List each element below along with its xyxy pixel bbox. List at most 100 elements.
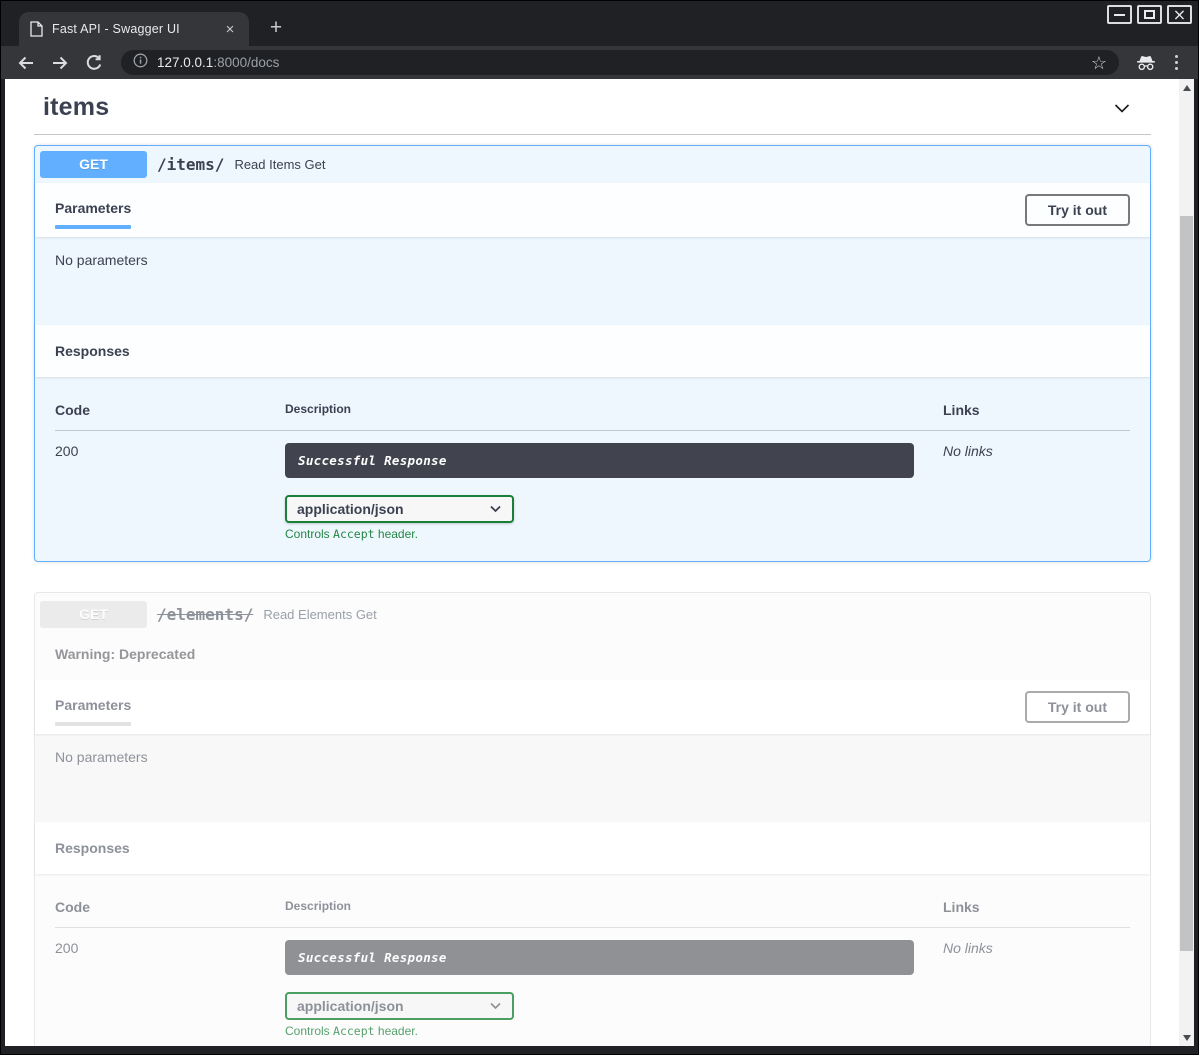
bookmark-star-icon[interactable]: ☆ <box>1091 54 1107 72</box>
responses-header: Responses <box>35 822 1150 874</box>
operation-get-items: GET /items/ Read Items Get Parameters Tr… <box>34 145 1151 562</box>
operation-summary[interactable]: GET /items/ Read Items Get <box>35 146 1150 183</box>
response-links-cell: No links <box>943 443 1130 541</box>
minimize-button[interactable] <box>1107 5 1132 24</box>
tab-title: Fast API - Swagger UI <box>52 22 212 36</box>
response-description-box: Successful Response <box>285 443 914 478</box>
code-header: Code <box>55 402 285 418</box>
try-it-out-button[interactable]: Try it out <box>1025 194 1130 226</box>
page-scrollbar[interactable] <box>1179 79 1194 1046</box>
parameters-header: Parameters Try it out <box>35 680 1150 734</box>
tab-strip: Fast API - Swagger UI × + × <box>1 1 1198 46</box>
try-it-out-button[interactable]: Try it out <box>1025 691 1130 723</box>
operation-summary[interactable]: GET /elements/ Read Elements Get <box>35 593 1150 636</box>
responses-label: Responses <box>55 343 130 359</box>
address-bar[interactable]: 127.0.0.1:8000/docs ☆ <box>121 50 1119 75</box>
no-links-text: No links <box>943 443 993 459</box>
browser-window: Fast API - Swagger UI × + × 127.0.0.1:80… <box>0 0 1199 1055</box>
collapse-section-button[interactable] <box>1111 97 1133 119</box>
forward-button[interactable] <box>47 50 73 76</box>
deprecated-warning: Warning: Deprecated <box>35 636 1150 680</box>
operation-path: /items/ <box>157 155 224 174</box>
url-host: 127.0.0.1 <box>157 55 213 70</box>
reload-button[interactable] <box>81 50 107 76</box>
response-description-box: Successful Response <box>285 940 914 975</box>
select-chevron-icon <box>489 504 502 514</box>
tab-parameters: Parameters <box>55 200 131 229</box>
incognito-icon <box>1133 50 1159 76</box>
parameters-label: Parameters <box>55 697 131 713</box>
scroll-down-arrow[interactable] <box>1179 1030 1194 1045</box>
info-icon[interactable] <box>133 53 148 73</box>
parameters-body: No parameters <box>35 237 1150 325</box>
parameters-label: Parameters <box>55 200 131 216</box>
tag-section-header[interactable]: items <box>34 89 1151 135</box>
chevron-down-icon <box>1111 97 1133 119</box>
maximize-icon <box>1144 10 1155 19</box>
minimize-icon <box>1114 14 1125 16</box>
back-button[interactable] <box>13 50 39 76</box>
response-description-cell: Successful Response application/json Con… <box>285 443 943 541</box>
active-tab-underline <box>55 722 131 726</box>
operation-get-elements-deprecated: GET /elements/ Read Elements Get Warning… <box>34 592 1151 1046</box>
url-text: 127.0.0.1:8000/docs <box>157 55 279 70</box>
accept-header-note: Controls Accept header. <box>285 1024 914 1038</box>
links-header: Links <box>943 899 1130 915</box>
responses-table-header: Code Description Links <box>55 402 1130 431</box>
browser-menu-button[interactable] <box>1167 51 1186 74</box>
no-links-text: No links <box>943 940 993 956</box>
description-header: Description <box>285 402 943 418</box>
maximize-button[interactable] <box>1137 5 1162 24</box>
parameters-header: Parameters Try it out <box>35 183 1150 237</box>
back-icon <box>16 53 36 73</box>
forward-icon <box>50 53 70 73</box>
operation-summary-text: Read Items Get <box>234 157 325 172</box>
response-row: 200 Successful Response application/json… <box>55 431 1130 541</box>
method-badge: GET <box>40 151 147 178</box>
responses-table-header: Code Description Links <box>55 899 1130 928</box>
media-type-select[interactable]: application/json <box>285 495 514 523</box>
links-header: Links <box>943 402 1130 418</box>
parameters-body: No parameters <box>35 734 1150 822</box>
tab-close-icon[interactable]: × <box>221 20 239 38</box>
url-path: :8000/docs <box>213 55 279 70</box>
no-parameters-text: No parameters <box>55 749 148 765</box>
response-description-cell: Successful Response application/json Con… <box>285 940 943 1038</box>
responses-label: Responses <box>55 840 130 856</box>
triangle-down-icon <box>1183 1035 1191 1041</box>
method-badge: GET <box>40 601 147 628</box>
active-tab-underline <box>55 225 131 229</box>
section-title: items <box>43 93 109 122</box>
response-code: 200 <box>55 443 285 541</box>
close-button[interactable]: × <box>1167 5 1192 24</box>
responses-body: Code Description Links 200 Successful Re… <box>35 874 1150 1046</box>
media-type-select[interactable]: application/json <box>285 992 514 1020</box>
description-header: Description <box>285 899 943 915</box>
operation-path: /elements/ <box>157 605 253 624</box>
close-icon: × <box>1173 7 1186 23</box>
scrollbar-thumb[interactable] <box>1180 216 1193 951</box>
new-tab-button[interactable]: + <box>263 15 289 41</box>
accept-header-note: Controls Accept header. <box>285 527 914 541</box>
document-icon <box>29 21 43 37</box>
media-type-value: application/json <box>297 998 489 1014</box>
response-links-cell: No links <box>943 940 1130 1038</box>
response-code: 200 <box>55 940 285 1038</box>
swagger-page: items GET /items/ Read Items Get Paramet… <box>5 79 1179 1046</box>
responses-body: Code Description Links 200 Successful Re… <box>35 377 1150 561</box>
page-viewport: items GET /items/ Read Items Get Paramet… <box>5 79 1194 1046</box>
response-row: 200 Successful Response application/json… <box>55 928 1130 1038</box>
reload-icon <box>84 53 104 73</box>
window-controls: × <box>1107 5 1192 24</box>
operation-summary-text: Read Elements Get <box>263 607 376 622</box>
scroll-up-arrow[interactable] <box>1179 80 1194 95</box>
code-header: Code <box>55 899 285 915</box>
triangle-up-icon <box>1183 85 1191 91</box>
tab-parameters: Parameters <box>55 697 131 726</box>
responses-header: Responses <box>35 325 1150 377</box>
no-parameters-text: No parameters <box>55 252 148 268</box>
media-type-value: application/json <box>297 501 489 517</box>
browser-tab[interactable]: Fast API - Swagger UI × <box>19 12 249 46</box>
browser-toolbar: 127.0.0.1:8000/docs ☆ <box>1 46 1198 79</box>
select-chevron-icon <box>489 1001 502 1011</box>
